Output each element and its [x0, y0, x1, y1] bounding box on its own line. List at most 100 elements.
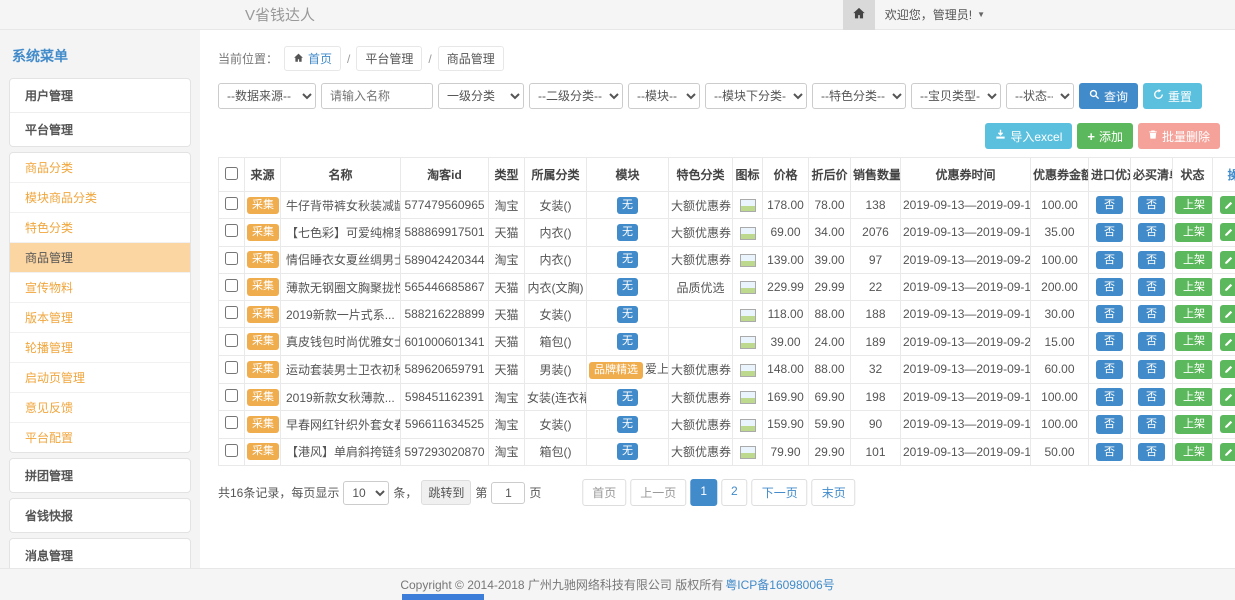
feature-category-select[interactable]: --特色分类--: [812, 83, 906, 109]
import-preferred-toggle[interactable]: 否: [1096, 443, 1123, 461]
sidebar-subitem[interactable]: 轮播管理: [10, 332, 190, 362]
product-image: [740, 199, 756, 212]
status-button[interactable]: 上架: [1175, 415, 1213, 433]
import-excel-button[interactable]: 导入excel: [985, 123, 1072, 149]
data-source-select[interactable]: --数据来源--: [218, 83, 316, 109]
import-preferred-toggle[interactable]: 否: [1096, 278, 1123, 296]
select-all-checkbox[interactable]: [225, 167, 238, 180]
page-button[interactable]: 上一页: [630, 479, 686, 506]
user-menu[interactable]: 欢迎您，管理员! ▼: [875, 6, 995, 23]
import-preferred-toggle[interactable]: 否: [1096, 223, 1123, 241]
row-checkbox[interactable]: [225, 279, 238, 292]
row-checkbox[interactable]: [225, 334, 238, 347]
import-preferred-toggle[interactable]: 否: [1096, 388, 1123, 406]
column-header: 类型: [489, 158, 525, 192]
import-preferred-toggle[interactable]: 否: [1096, 196, 1123, 214]
row-checkbox[interactable]: [225, 224, 238, 237]
edit-button[interactable]: [1220, 251, 1235, 269]
jump-button[interactable]: 跳转到: [421, 480, 471, 505]
edit-button[interactable]: [1220, 360, 1235, 378]
sidebar-subitem[interactable]: 模块商品分类: [10, 182, 190, 212]
sidebar-item[interactable]: 省钱快报: [10, 499, 190, 532]
breadcrumb-item-product[interactable]: 商品管理: [438, 46, 504, 71]
item-type-select[interactable]: --宝贝类型--: [911, 83, 1001, 109]
status-button[interactable]: 上架: [1175, 443, 1213, 461]
category2-select[interactable]: --二级分类--: [529, 83, 623, 109]
status-button[interactable]: 上架: [1175, 251, 1213, 269]
import-preferred-toggle[interactable]: 否: [1096, 251, 1123, 269]
status-button[interactable]: 上架: [1175, 360, 1213, 378]
status-button[interactable]: 上架: [1175, 388, 1213, 406]
reset-button[interactable]: 重置: [1143, 83, 1202, 109]
must-buy-toggle[interactable]: 否: [1138, 196, 1165, 214]
sidebar-subitem[interactable]: 意见反馈: [10, 392, 190, 422]
must-buy-toggle[interactable]: 否: [1138, 305, 1165, 323]
status-button[interactable]: 上架: [1175, 332, 1213, 350]
icp-link[interactable]: 粤ICP备16098006号: [725, 576, 834, 593]
status-button[interactable]: 上架: [1175, 223, 1213, 241]
status-select[interactable]: --状态--: [1006, 83, 1074, 109]
edit-button[interactable]: [1220, 278, 1235, 296]
sidebar-item[interactable]: 平台管理: [10, 112, 190, 146]
sidebar-item[interactable]: 拼团管理: [10, 459, 190, 492]
must-buy-toggle[interactable]: 否: [1138, 332, 1165, 350]
edit-button[interactable]: [1220, 223, 1235, 241]
edit-button[interactable]: [1220, 388, 1235, 406]
import-preferred-toggle[interactable]: 否: [1096, 332, 1123, 350]
status-button[interactable]: 上架: [1175, 278, 1213, 296]
must-buy-toggle[interactable]: 否: [1138, 388, 1165, 406]
edit-button[interactable]: [1220, 443, 1235, 461]
must-buy-toggle[interactable]: 否: [1138, 278, 1165, 296]
page-button[interactable]: 首页: [582, 479, 626, 506]
home-button[interactable]: [843, 0, 875, 30]
row-checkbox[interactable]: [225, 444, 238, 457]
status-button[interactable]: 上架: [1175, 196, 1213, 214]
page-button[interactable]: 末页: [812, 479, 856, 506]
breadcrumb-home[interactable]: 首页: [284, 46, 341, 71]
sidebar-subitem[interactable]: 商品管理: [10, 242, 190, 272]
sidebar-subitem[interactable]: 版本管理: [10, 302, 190, 332]
edit-button[interactable]: [1220, 196, 1235, 214]
must-buy-toggle[interactable]: 否: [1138, 415, 1165, 433]
search-button[interactable]: 查询: [1079, 83, 1138, 109]
row-checkbox[interactable]: [225, 361, 238, 374]
row-checkbox[interactable]: [225, 416, 238, 429]
import-preferred-toggle[interactable]: 否: [1096, 305, 1123, 323]
row-checkbox[interactable]: [225, 252, 238, 265]
product-category: 女装(): [525, 411, 587, 438]
sidebar-subitem[interactable]: 启动页管理: [10, 362, 190, 392]
import-preferred-toggle[interactable]: 否: [1096, 360, 1123, 378]
module-subcategory-select[interactable]: --模块下分类--: [705, 83, 807, 109]
page-button[interactable]: 1: [690, 479, 717, 506]
page-button[interactable]: 2: [721, 479, 748, 506]
per-page-select[interactable]: 10: [343, 481, 389, 505]
edit-button[interactable]: [1220, 415, 1235, 433]
status-button[interactable]: 上架: [1175, 305, 1213, 323]
name-search-input[interactable]: [321, 83, 433, 109]
sidebar-subitem[interactable]: 宣传物料: [10, 272, 190, 302]
sidebar-subitem[interactable]: 平台配置: [10, 422, 190, 452]
sidebar-subitem[interactable]: 商品分类: [10, 153, 190, 182]
row-checkbox[interactable]: [225, 389, 238, 402]
module-select[interactable]: --模块--: [628, 83, 700, 109]
edit-button[interactable]: [1220, 305, 1235, 323]
row-checkbox[interactable]: [225, 306, 238, 319]
page-button[interactable]: 下一页: [752, 479, 808, 506]
must-buy-toggle[interactable]: 否: [1138, 223, 1165, 241]
category1-select[interactable]: 一级分类: [438, 83, 524, 109]
row-checkbox[interactable]: [225, 197, 238, 210]
must-buy-toggle[interactable]: 否: [1138, 443, 1165, 461]
batch-delete-button[interactable]: 批量删除: [1138, 123, 1220, 149]
sidebar-item[interactable]: 消息管理: [10, 539, 190, 568]
breadcrumb-item-platform[interactable]: 平台管理: [356, 46, 422, 71]
sidebar-subitem[interactable]: 特色分类: [10, 212, 190, 242]
must-buy-toggle[interactable]: 否: [1138, 251, 1165, 269]
row-select-cell: [219, 192, 245, 219]
edit-button[interactable]: [1220, 333, 1235, 351]
sidebar-item[interactable]: 用户管理: [10, 79, 190, 112]
product-name: 【七色彩】可爱纯棉家...: [281, 219, 401, 246]
import-preferred-toggle[interactable]: 否: [1096, 415, 1123, 433]
add-button[interactable]: + 添加: [1077, 123, 1133, 149]
must-buy-toggle[interactable]: 否: [1138, 360, 1165, 378]
page-number-input[interactable]: [491, 482, 525, 504]
